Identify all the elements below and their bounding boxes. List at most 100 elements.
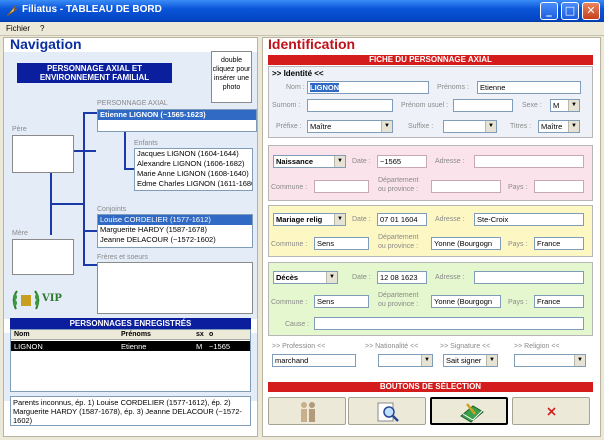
- enfant-item[interactable]: Jacques LIGNON (1604-1644): [135, 149, 252, 159]
- naissance-pays-label: Pays :: [508, 184, 528, 191]
- prenom-usuel-input[interactable]: [453, 99, 513, 112]
- deces-adresse-label: Adresse :: [435, 274, 465, 281]
- table-row[interactable]: LIGNON Etienne M ~1565: [11, 341, 250, 351]
- naissance-pays-input[interactable]: [534, 180, 584, 193]
- signature-value: Sait signer: [446, 356, 482, 365]
- chevron-down-icon[interactable]: ▼: [486, 355, 497, 366]
- naissance-departement-input[interactable]: [431, 180, 501, 193]
- registered-title: PERSONNAGES ENREGISTRÉS: [10, 318, 251, 329]
- mariage-commune-input[interactable]: Sens: [314, 237, 369, 250]
- suffixe-select[interactable]: ▼: [443, 120, 497, 133]
- deces-pays-input[interactable]: France: [534, 295, 584, 308]
- chevron-down-icon[interactable]: ▼: [421, 355, 432, 366]
- surnom-input[interactable]: [307, 99, 393, 112]
- chevron-down-icon[interactable]: ▼: [574, 355, 585, 366]
- conjoint-item[interactable]: Louise CORDELIER (1577-1612): [98, 215, 252, 225]
- naissance-commune-label: Commune :: [271, 184, 308, 191]
- deces-event: Décès: [276, 273, 299, 282]
- profession-input[interactable]: marchand: [272, 354, 356, 367]
- chevron-down-icon[interactable]: ▼: [326, 272, 337, 283]
- couple-icon: [301, 402, 315, 422]
- freres-box[interactable]: [97, 262, 253, 314]
- naissance-commune-input[interactable]: [314, 180, 369, 193]
- deces-date-input[interactable]: 12 08 1623: [377, 271, 427, 284]
- col-o[interactable]: o: [209, 331, 213, 338]
- mariage-date-label: Date :: [352, 216, 371, 223]
- registered-table[interactable]: Nom Prénoms sx o LIGNON Etienne M ~1565: [10, 329, 251, 392]
- surnom-label: Surnom :: [272, 102, 301, 109]
- profession-label: >> Profession <<: [272, 343, 326, 350]
- menu-help[interactable]: ?: [40, 24, 44, 33]
- prenoms-label: Prénoms :: [437, 84, 469, 91]
- axial-env-banner: PERSONNAGE AXIAL ET ENVIRONNEMENT FAMILI…: [17, 63, 172, 83]
- naissance-event-select[interactable]: Naissance ▼: [273, 155, 346, 168]
- conjoint-item[interactable]: Jeanne DELACOUR (~1572-1602): [98, 235, 252, 245]
- mariage-event-select[interactable]: Mariage relig ▼: [273, 213, 346, 226]
- nationalite-select[interactable]: ▼: [378, 354, 433, 367]
- signature-label: >> Signature <<: [440, 343, 491, 350]
- titres-value: Maître: [541, 122, 563, 131]
- chevron-down-icon[interactable]: ▼: [381, 121, 392, 132]
- enfant-item[interactable]: Marie Anne LIGNON (1608-1640): [135, 169, 252, 179]
- naissance-date-input[interactable]: ~1565: [377, 155, 427, 168]
- couple-button[interactable]: [268, 397, 346, 425]
- deces-dep-label: Département: [378, 292, 419, 299]
- mariage-adresse-input[interactable]: Ste-Croix: [474, 213, 584, 226]
- delete-x-icon: [547, 407, 556, 416]
- mariage-date-input[interactable]: 07 01 1604: [377, 213, 427, 226]
- prefixe-label: Préfixe :: [276, 123, 302, 130]
- close-button[interactable]: ✕: [582, 2, 600, 20]
- prefixe-select[interactable]: Maître ▼: [307, 120, 393, 133]
- chevron-down-icon[interactable]: ▼: [568, 121, 579, 132]
- enfant-item[interactable]: Edme Charles LIGNON (1611-1680): [135, 179, 252, 189]
- menu-bar: Fichier ?: [0, 22, 604, 36]
- titres-label: Titres :: [510, 123, 532, 130]
- religion-select[interactable]: ▼: [514, 354, 586, 367]
- signature-select[interactable]: Sait signer ▼: [443, 354, 498, 367]
- mariage-departement-input[interactable]: Yonne (Bourgogn: [431, 237, 501, 250]
- deces-cause-input[interactable]: [314, 317, 584, 330]
- photo-box[interactable]: double cliquez pour insérer une photo: [211, 51, 252, 103]
- fiche-title: FICHE DU PERSONNAGE AXIAL: [268, 55, 593, 65]
- mariage-commune-label: Commune :: [271, 241, 308, 248]
- conjoint-item[interactable]: Marguerite HARDY (1587-1678): [98, 225, 252, 235]
- freres-label: Frères et soeurs: [97, 254, 148, 261]
- deces-dep-label-2: ou province :: [378, 301, 419, 308]
- maximize-button[interactable]: □: [561, 2, 579, 20]
- mariage-pays-input[interactable]: France: [534, 237, 584, 250]
- pere-box[interactable]: [12, 135, 74, 173]
- cell-prenoms: Etienne: [121, 342, 147, 351]
- edit-fiche-button[interactable]: [430, 397, 508, 425]
- menu-fichier[interactable]: Fichier: [6, 24, 30, 33]
- search-button[interactable]: [348, 397, 426, 425]
- conjoints-list[interactable]: Louise CORDELIER (1577-1612) Marguerite …: [97, 214, 253, 248]
- sexe-select[interactable]: M ▼: [550, 99, 580, 112]
- delete-button[interactable]: [512, 397, 590, 425]
- enfants-list[interactable]: Jacques LIGNON (1604-1644) Alexandre LIG…: [134, 148, 253, 191]
- deces-adresse-input[interactable]: [474, 271, 584, 284]
- sexe-label: Sexe :: [522, 102, 542, 109]
- prefixe-value: Maître: [310, 122, 332, 131]
- nom-input[interactable]: LIGNON: [307, 81, 429, 94]
- chevron-down-icon[interactable]: ▼: [334, 214, 345, 225]
- enfant-item[interactable]: Alexandre LIGNON (1606-1682): [135, 159, 252, 169]
- axial-name[interactable]: Etienne LIGNON (~1565-1623): [98, 110, 256, 120]
- registered-header: Nom Prénoms sx o: [11, 330, 250, 340]
- chevron-down-icon[interactable]: ▼: [485, 121, 496, 132]
- col-prenoms[interactable]: Prénoms: [121, 331, 151, 338]
- naissance-adresse-input[interactable]: [474, 155, 584, 168]
- minimize-button[interactable]: _: [540, 2, 558, 20]
- titres-select[interactable]: Maître ▼: [538, 120, 580, 133]
- axial-box[interactable]: Etienne LIGNON (~1565-1623): [97, 109, 257, 132]
- photo-hint: double cliquez pour insérer une photo: [212, 57, 251, 91]
- col-nom[interactable]: Nom: [14, 331, 30, 338]
- mere-box[interactable]: [12, 239, 74, 275]
- deces-event-select[interactable]: Décès ▼: [273, 271, 338, 284]
- chevron-down-icon[interactable]: ▼: [334, 156, 345, 167]
- deces-departement-input[interactable]: Yonne (Bourgogn: [431, 295, 501, 308]
- prenoms-input[interactable]: Etienne: [477, 81, 581, 94]
- col-sx[interactable]: sx: [196, 331, 204, 338]
- chevron-down-icon[interactable]: ▼: [568, 100, 579, 111]
- deces-commune-input[interactable]: Sens: [314, 295, 369, 308]
- deces-pays-label: Pays :: [508, 299, 528, 306]
